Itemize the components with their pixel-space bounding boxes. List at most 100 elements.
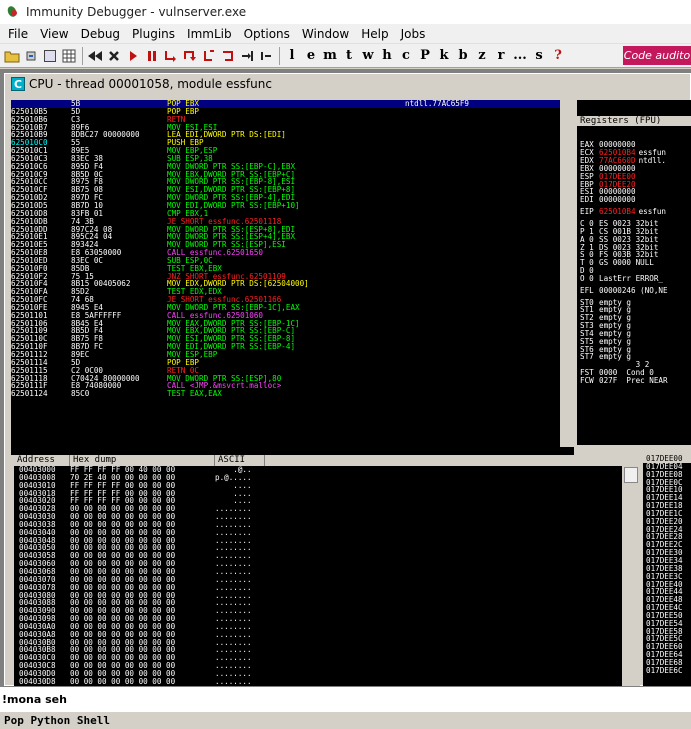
disassembly-info-line <box>11 447 574 455</box>
toolbar-cpu-button[interactable]: c <box>397 47 415 65</box>
window-title: Immunity Debugger - vulnserver.exe <box>26 5 247 19</box>
toolbar-threads-button[interactable]: t <box>340 47 358 65</box>
step-into-icon[interactable] <box>162 47 180 65</box>
dump-row[interactable]: 004030D8 00 00 00 00 00 00 00 00........ <box>14 676 622 686</box>
stack-row[interactable]: 017DEE6C <box>643 666 691 675</box>
menu-plugins[interactable]: Plugins <box>127 27 182 41</box>
register-comment: essfun <box>638 207 667 217</box>
disassembly-row[interactable]: 625010ED 83EC 0C SUB ESP,0C <box>11 257 560 265</box>
step-over-icon[interactable] <box>181 47 199 65</box>
menu-view[interactable]: View <box>35 27 75 41</box>
register-row[interactable]: ST4 empty g <box>577 330 691 338</box>
code-auditor-button[interactable]: Code audito <box>623 46 691 65</box>
register-row[interactable]: ST5 empty g <box>577 337 691 346</box>
menu-window[interactable]: Window <box>297 27 356 41</box>
grid-icon[interactable] <box>60 47 78 65</box>
register-comment <box>636 181 639 189</box>
disassembly-row[interactable]: 6250111F E8 74080000 CALL <JMP.&msvcrt.mal… <box>11 382 560 390</box>
register-comment: ntdll. <box>638 156 667 166</box>
instruction-address: 62501124 <box>11 389 48 399</box>
register-row[interactable]: EDI 00000000 <box>577 196 691 204</box>
cpu-window-caption[interactable]: C CPU - thread 00001058, module essfunc <box>5 74 690 94</box>
toolbar-more-button[interactable]: ... <box>511 47 529 65</box>
toolbar-help-button[interactable]: ? <box>549 47 567 65</box>
dump-scrollbar-thumb[interactable] <box>624 467 638 483</box>
instruction-mnemonic: POP EBP <box>167 357 200 367</box>
toolbar-windows-button[interactable]: w <box>359 47 377 65</box>
toolbar-handles-button[interactable]: h <box>378 47 396 65</box>
dump-col-ascii[interactable]: ASCII <box>215 455 265 466</box>
disassembly-row[interactable]: 625010B9 8DBC27 00000000 LEA EDI,DWORD PTR… <box>11 131 560 139</box>
registers-pane[interactable]: Registers (FPU) EAX 00000000 ECX 625010B4 es… <box>577 100 691 445</box>
disassembly-row[interactable]: 625010F4 8B15 00405062 MOV EDX,DWORD PTR D… <box>11 280 560 288</box>
rewind-icon[interactable] <box>86 47 104 65</box>
toolbar-source-button[interactable]: s <box>530 47 548 65</box>
register-row[interactable]: FCW 027F Prec NEAR <box>577 377 691 385</box>
disassembly-row[interactable]: 625010B4 5B POP EBX ntdll.77AC65F9 <box>11 100 560 108</box>
register-comment <box>631 346 634 354</box>
toolbar-executable-modules-button[interactable]: e <box>302 47 320 65</box>
close-icon[interactable] <box>105 47 123 65</box>
menu-debug[interactable]: Debug <box>76 27 127 41</box>
trace-over-icon[interactable] <box>219 47 237 65</box>
register-value: 027F Prec NEAR <box>599 376 668 385</box>
register-row[interactable]: ST2 empty g <box>577 314 691 322</box>
window-list-icon[interactable] <box>41 47 59 65</box>
toolbar-log-button[interactable]: l <box>283 47 301 65</box>
stack-pane[interactable]: 017DEE00 017DEE04 017DEE08 017DEE0C 017DEE10… <box>643 455 691 687</box>
register-row[interactable]: ST1 empty g <box>577 306 691 314</box>
trace-into-icon[interactable] <box>200 47 218 65</box>
toolbar-run-trace-button[interactable]: r <box>492 47 510 65</box>
open-file-icon[interactable] <box>3 47 21 65</box>
register-row[interactable]: T 0 GS 0000 NULL <box>577 259 691 267</box>
register-row[interactable]: O 0 LastErr ERROR_ <box>577 275 691 283</box>
status-bar: Pop Python Shell <box>0 711 691 729</box>
disassembly-row[interactable]: 625010B6 C3 RETN <box>11 115 560 124</box>
execute-till-return-icon[interactable] <box>238 47 256 65</box>
disassembly-row[interactable]: 625010B5 5D POP EBP <box>11 107 560 116</box>
register-value: 00000000 <box>599 195 636 205</box>
toolbar-breakpoints-button[interactable]: b <box>454 47 472 65</box>
pause-icon[interactable] <box>143 47 161 65</box>
menu-file[interactable]: File <box>3 27 35 41</box>
toolbar-memory-map-button[interactable]: m <box>321 47 339 65</box>
menu-jobs[interactable]: Jobs <box>396 27 433 41</box>
toolbar: l e m t w h c P k b z r ... s ? Code aud… <box>0 43 691 68</box>
dump-ascii-cell: ........ <box>215 676 252 686</box>
menu-options[interactable]: Options <box>239 27 297 41</box>
disassembly-row[interactable]: 62501124 85C0 TEST EAX,EAX <box>11 390 560 398</box>
instruction-comment: ntdll.77AC65F9 <box>405 100 470 108</box>
registers-splitter[interactable] <box>577 445 691 455</box>
register-value: LastErr ERROR_ <box>599 273 664 283</box>
dump-scrollbar[interactable] <box>622 455 640 687</box>
register-name: EDI <box>580 195 594 205</box>
register-row[interactable]: EFL 00000246 (NO,NE <box>577 286 691 295</box>
register-comment <box>631 306 634 314</box>
command-input[interactable] <box>2 692 682 706</box>
disassembly-scrollbar[interactable] <box>560 100 574 447</box>
dump-col-address[interactable]: Address <box>14 455 70 466</box>
cpu-window-title: CPU - thread 00001058, module essfunc <box>29 77 272 91</box>
toolbar-patches-button[interactable]: P <box>416 47 434 65</box>
toolbar-call-stack-button[interactable]: k <box>435 47 453 65</box>
disassembly-row[interactable]: 625010C0 55 PUSH EBP <box>11 139 560 147</box>
menu-immlib[interactable]: ImmLib <box>182 27 239 41</box>
toolbar-hardware-breakpoints-button[interactable]: z <box>473 47 491 65</box>
disassembly-row[interactable]: 62501112 89EC MOV ESP,EBP <box>11 351 560 359</box>
disassembly-row[interactable]: 6250110F 8B7D FC MOV EDI,DWORD PTR SS:[EBP… <box>11 343 560 351</box>
memory-dump-pane[interactable]: 00403000 FF FF FF FF 00 40 00 00 .@.. 0040… <box>14 466 622 687</box>
dump-col-hex[interactable]: Hex dump <box>70 455 215 466</box>
register-name: O 0 <box>580 273 594 283</box>
goto-icon[interactable] <box>257 47 275 65</box>
register-row[interactable]: ST0 empty g <box>577 298 691 307</box>
menu-help[interactable]: Help <box>356 27 395 41</box>
refresh-icon[interactable] <box>22 47 40 65</box>
disassembly-pane[interactable]: 625010B4 5B POP EBX ntdll.77AC65F9 625010B5 5… <box>11 100 560 447</box>
register-row[interactable]: ST3 empty g <box>577 322 691 330</box>
register-row[interactable]: EIP 625010B4 essfun <box>577 208 691 216</box>
register-comment <box>631 330 634 338</box>
dump-address-cell: 004030D8 <box>19 676 56 686</box>
register-row[interactable]: ST6 empty g <box>577 345 691 354</box>
register-comment <box>631 299 634 307</box>
run-icon[interactable] <box>124 47 142 65</box>
